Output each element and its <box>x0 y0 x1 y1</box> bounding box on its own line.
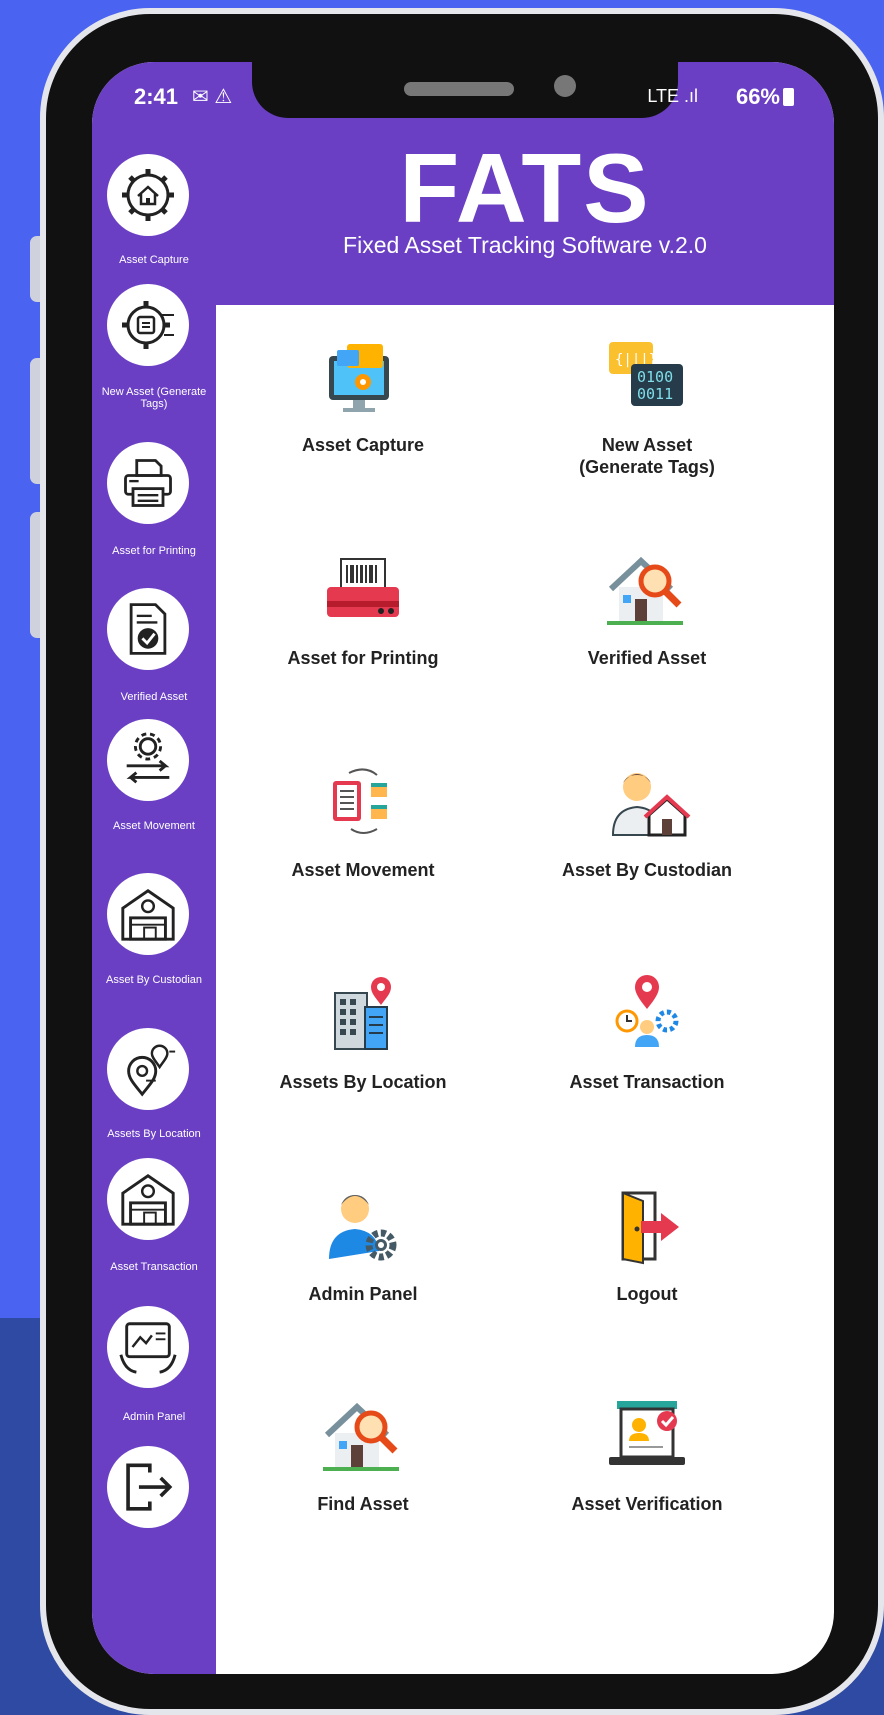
sidebar-label: Asset Capture <box>119 254 189 266</box>
sidebar-item-logout[interactable] <box>107 1446 189 1528</box>
menu-item-label: Asset Transaction <box>569 1072 725 1092</box>
speaker-grille <box>404 82 514 96</box>
menu-item-new-asset[interactable]: {|||} 0100 0011 New Asset (Generate Tags… <box>522 332 772 478</box>
menu-item-label: Asset for Printing <box>287 648 439 668</box>
camera-notch <box>252 62 678 118</box>
status-time: 2:41 <box>134 84 179 109</box>
sidebar-item-asset-capture[interactable] <box>107 154 189 236</box>
menu-item-label: Verified Asset <box>587 648 707 668</box>
binary-code-icon: {|||} 0100 0011 <box>601 332 693 424</box>
gear-arrows-icon <box>126 732 170 784</box>
menu-item-asset-by-custodian[interactable]: Asset By Custodian <box>522 757 772 881</box>
user-gear-icon <box>317 1181 409 1273</box>
house-search-icon <box>317 1391 409 1483</box>
menu-item-label: Logout <box>616 1284 678 1304</box>
barcode-printer-icon <box>317 545 409 637</box>
notification-icons: ✉ ⚠ <box>192 86 233 108</box>
tablet-hands-icon <box>119 1322 177 1374</box>
menu-item-asset-movement[interactable]: Asset Movement <box>238 757 488 881</box>
menu-item-asset-capture[interactable]: Asset Capture <box>238 332 488 456</box>
sidebar-item-new-asset[interactable] <box>107 284 189 366</box>
battery-percent: 66% <box>735 84 780 109</box>
house-search-icon <box>601 545 693 637</box>
menu-item-asset-verification[interactable]: Asset Verification <box>522 1391 772 1515</box>
menu-item-admin-panel[interactable]: Admin Panel <box>238 1181 488 1305</box>
menu-item-find-asset[interactable]: Find Asset <box>238 1391 488 1515</box>
svg-text:0011: 0011 <box>637 385 673 403</box>
signal-icon: LTE .ıl <box>647 86 698 106</box>
sidebar-item-admin-panel[interactable] <box>107 1306 189 1388</box>
document-check-icon <box>129 603 167 655</box>
sidebar-label: Asset Movement <box>113 820 195 832</box>
computer-settings-icon <box>317 332 409 424</box>
front-camera <box>554 75 576 97</box>
menu-item-logout[interactable]: Logout <box>522 1181 772 1305</box>
logout-icon <box>126 1463 173 1511</box>
warehouse-icon <box>121 888 175 941</box>
menu-item-label: Assets By Location <box>279 1072 447 1092</box>
menu-item-assets-by-location[interactable]: Assets By Location <box>238 969 488 1093</box>
sidebar-item-asset-transaction[interactable] <box>107 1158 189 1240</box>
menu-item-label: Find Asset <box>317 1494 409 1514</box>
menu-item-label: Asset By Custodian <box>561 860 733 880</box>
app-subtitle: Fixed Asset Tracking Software v.2.0 <box>343 232 707 258</box>
sidebar-label: Asset By Custodian <box>106 974 202 986</box>
sidebar: Asset Capture New Asset (Generate Tags) <box>92 62 216 1674</box>
warehouse-icon <box>121 1173 175 1226</box>
menu-item-label: New Asset (Generate Tags) <box>579 435 715 477</box>
app-screen: FATS Fixed Asset Tracking Software v.2.0… <box>92 62 834 1674</box>
person-house-icon <box>601 757 693 849</box>
sidebar-label: Admin Panel <box>122 1411 186 1423</box>
menu-item-label: Asset Movement <box>291 860 435 880</box>
door-exit-icon <box>601 1181 693 1273</box>
pin-person-gear-icon <box>601 969 693 1061</box>
building-pin-icon <box>317 969 409 1061</box>
battery-icon <box>783 88 794 106</box>
sidebar-item-asset-by-custodian[interactable] <box>107 873 189 955</box>
clipboard-boxes-icon <box>317 757 409 849</box>
sidebar-label: New Asset (Generate Tags) <box>101 386 207 410</box>
menu-item-label: Asset Verification <box>571 1494 723 1514</box>
sidebar-label: Verified Asset <box>120 691 188 703</box>
menu-item-asset-transaction[interactable]: Asset Transaction <box>522 969 772 1093</box>
sidebar-label: Asset for Printing <box>112 545 196 557</box>
sidebar-item-verified-asset[interactable] <box>107 588 189 670</box>
sidebar-item-asset-for-printing[interactable] <box>107 442 189 524</box>
menu-item-verified-asset[interactable]: Verified Asset <box>522 545 772 669</box>
sidebar-item-asset-movement[interactable] <box>107 719 189 801</box>
app-title: FATS <box>399 133 651 243</box>
location-pins-icon <box>127 1044 176 1097</box>
laptop-profile-check-icon <box>601 1391 693 1483</box>
battery-status: 66% <box>736 84 794 110</box>
chip-gear-icon <box>122 301 174 349</box>
printer-icon <box>124 459 172 507</box>
sidebar-label: Asset Transaction <box>110 1261 198 1273</box>
sidebar-label: Assets By Location <box>107 1128 201 1140</box>
sidebar-item-assets-by-location[interactable] <box>107 1028 189 1110</box>
menu-item-asset-for-printing[interactable]: Asset for Printing <box>238 545 488 669</box>
menu-item-label: Admin Panel <box>308 1284 418 1304</box>
svg-text:0100: 0100 <box>637 368 673 386</box>
menu-item-label: Asset Capture <box>301 435 425 455</box>
gear-home-icon <box>122 169 174 221</box>
